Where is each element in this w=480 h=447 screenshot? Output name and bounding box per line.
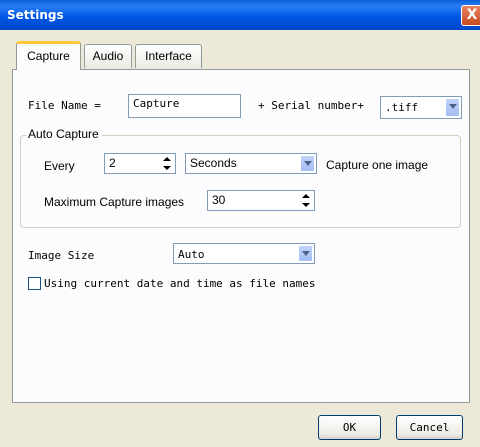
auto-capture-group [20,135,461,228]
settings-dialog: Settings X Capture Audio Interface File … [0,0,480,447]
spin-down-icon[interactable] [299,201,313,210]
ok-button[interactable]: OK [318,415,381,440]
window-title: Settings [7,8,64,22]
cancel-button[interactable]: Cancel [396,415,463,440]
spin-up-icon[interactable] [299,192,313,201]
file-name-input[interactable]: Capture [128,94,241,118]
image-size-select[interactable]: Auto [173,243,315,264]
title-bar[interactable]: Settings X [0,0,480,30]
date-filename-label[interactable]: Using current date and time as file name… [44,277,316,290]
max-capture-spinner[interactable]: 30 [207,190,315,211]
chevron-down-icon[interactable] [298,245,313,262]
spin-down-icon[interactable] [160,164,174,173]
interval-unit-value: Seconds [190,156,237,170]
max-capture-label: Maximum Capture images [44,195,185,209]
tab-interface[interactable]: Interface [135,44,202,68]
spinner-buttons[interactable] [160,155,174,172]
chevron-down-icon[interactable] [300,155,315,172]
date-filename-checkbox[interactable] [28,277,41,290]
every-value: 2 [109,156,116,170]
chevron-down-icon[interactable] [445,98,460,117]
tab-audio[interactable]: Audio [84,44,132,68]
tab-capture-label: Capture [27,49,70,63]
spin-up-icon[interactable] [160,155,174,164]
extension-select[interactable]: .tiff [380,96,462,119]
spinner-buttons[interactable] [299,192,313,209]
capture-tab-panel [12,69,470,403]
auto-capture-group-label: Auto Capture [26,127,102,141]
interval-unit-select[interactable]: Seconds [185,153,317,174]
max-capture-value: 30 [212,193,226,207]
image-size-value: Auto [178,248,205,261]
every-label: Every [44,159,75,173]
tab-capture[interactable]: Capture [16,41,81,70]
capture-one-image-label: Capture one image [326,158,429,172]
serial-number-label: + Serial number+ [258,99,364,112]
image-size-label: Image Size [28,249,95,262]
close-button[interactable]: X [461,5,480,26]
file-name-label: File Name = [28,99,101,112]
close-icon: X [466,7,478,23]
tab-audio-label: Audio [92,49,124,63]
extension-value: .tiff [385,101,419,114]
every-spinner[interactable]: 2 [104,153,176,174]
tab-interface-label: Interface [145,49,192,63]
